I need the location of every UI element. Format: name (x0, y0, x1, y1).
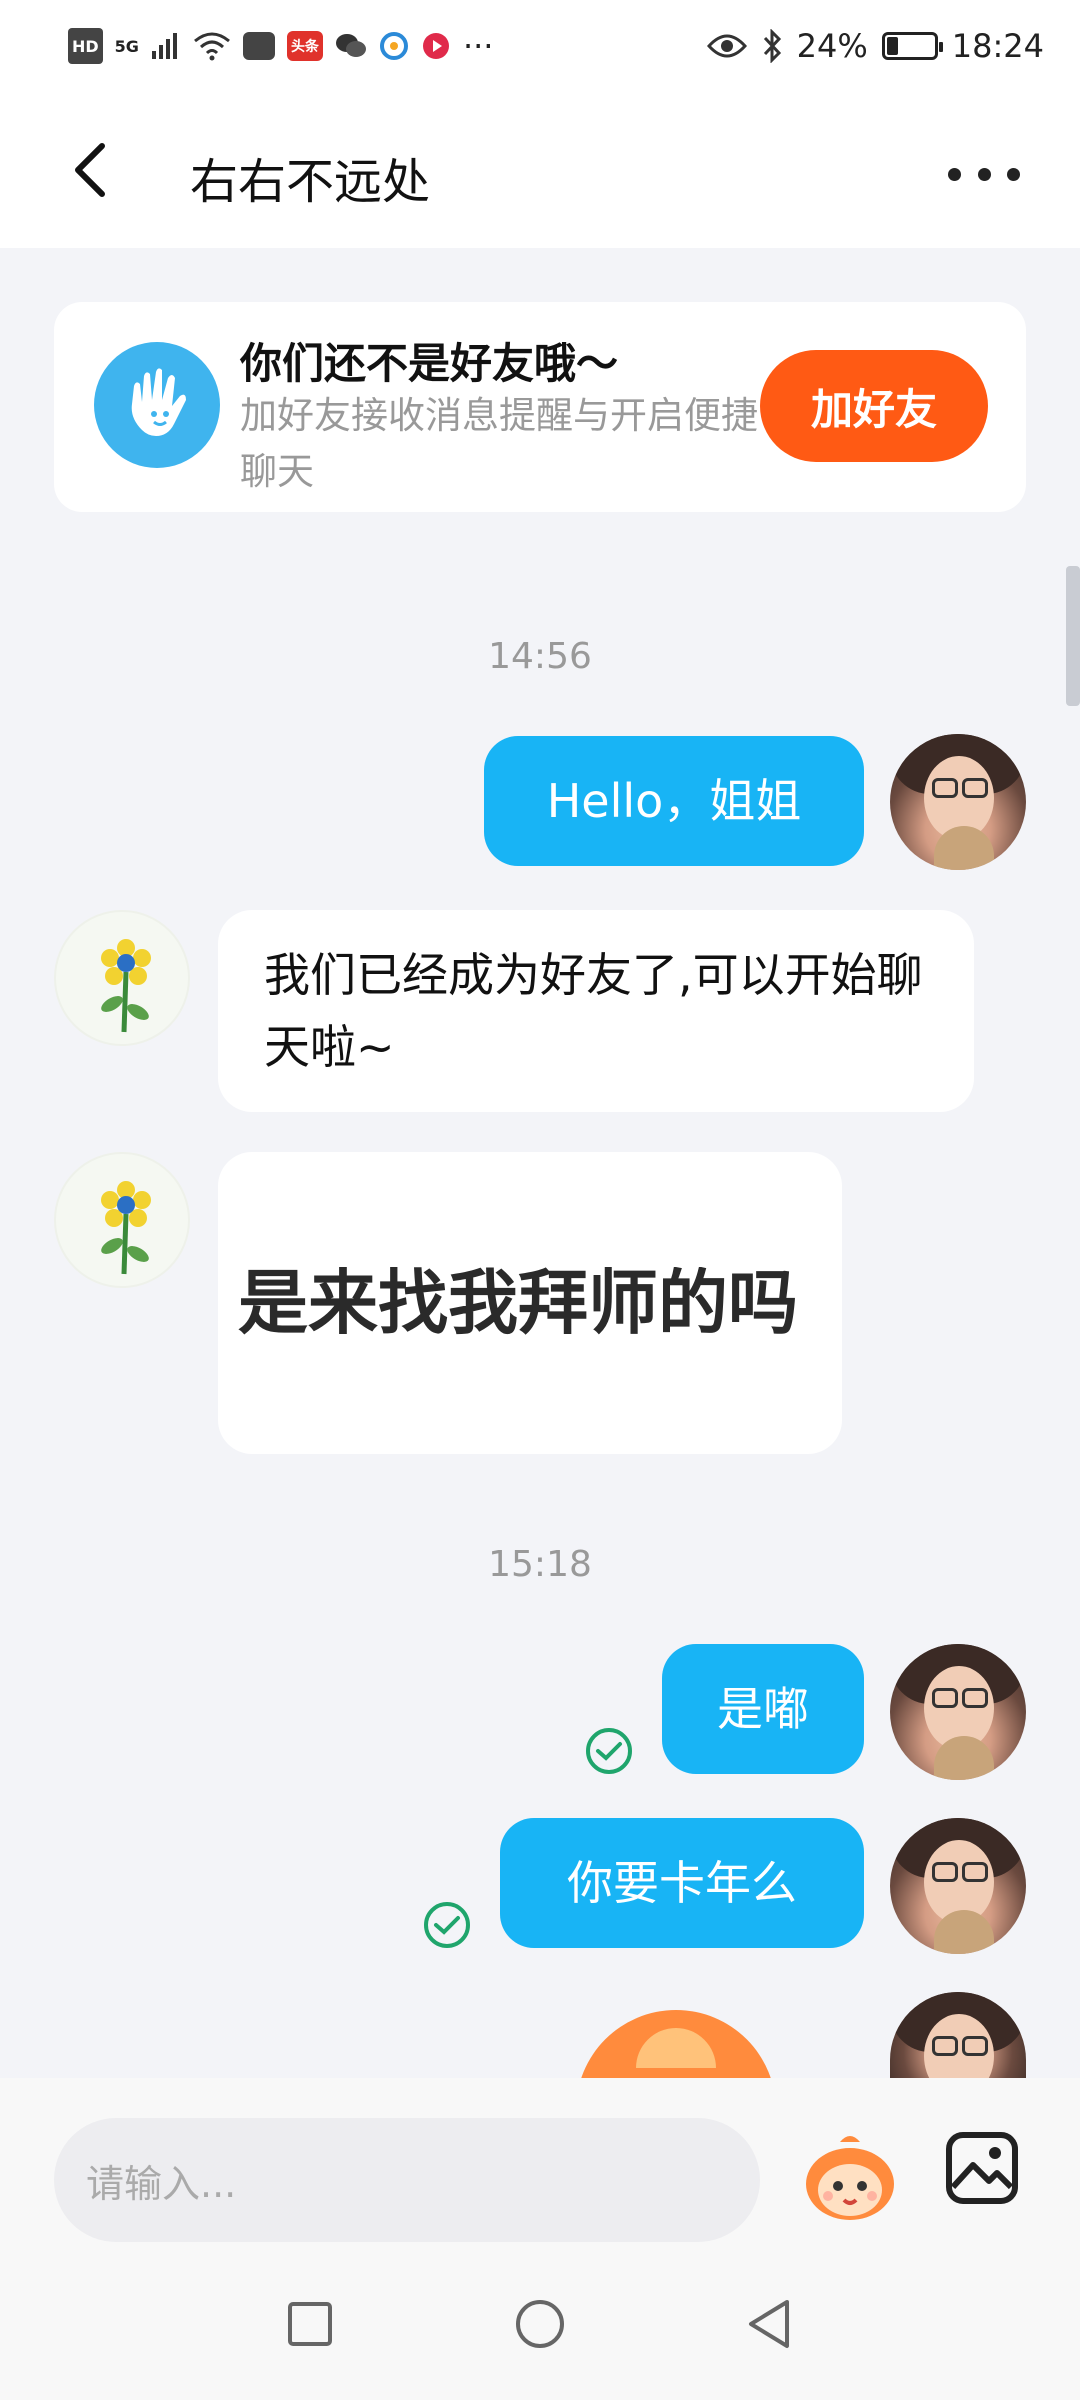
square-icon (288, 2302, 332, 2346)
dot-icon (1007, 167, 1020, 181)
chat-title: 右右不远处 (190, 154, 431, 210)
timestamp: 15:18 (488, 1544, 592, 1585)
input-bar: 请输入... (0, 2078, 1080, 2248)
wifi-icon (193, 28, 231, 64)
sunflower-avatar-icon (101, 939, 151, 1033)
avatar-self[interactable] (890, 1818, 1026, 1954)
chat-header: 右右不远处 (0, 92, 1080, 248)
avatar-self[interactable] (890, 1992, 1026, 2078)
read-check-icon (586, 1728, 632, 1774)
status-bar: HD 5G 头条 ··· 24% 18:24 (0, 0, 1080, 92)
hand-wave-icon (94, 342, 220, 468)
sunflower-avatar-icon (101, 1181, 151, 1275)
bluetooth-icon (761, 28, 783, 64)
message-bubble-received[interactable]: 我们已经成为好友了,可以开始聊天啦~ (218, 910, 974, 1112)
avatar-contact[interactable] (54, 1152, 190, 1288)
add-friend-banner: 你们还不是好友哦～ 加好友接收消息提醒与开启便捷聊天 加好友 (54, 302, 1026, 512)
status-time: 18:24 (951, 27, 1044, 65)
avatar-self[interactable] (890, 1644, 1026, 1780)
back-nav-button[interactable] (738, 2292, 802, 2356)
toutiao-icon: 头条 (286, 31, 323, 61)
timestamp: 14:56 (488, 636, 592, 677)
wechat-icon (335, 28, 367, 64)
message-input[interactable]: 请输入... (54, 2118, 760, 2242)
eye-icon (706, 28, 747, 64)
image-icon (946, 2132, 1018, 2204)
system-nav-bar (0, 2248, 1080, 2400)
more-options-button[interactable] (948, 144, 1020, 204)
message-bubble-sent[interactable]: 是嘟 (662, 1644, 864, 1774)
message-bubble-sent[interactable]: Hello，姐姐 (484, 736, 864, 866)
dot-icon (977, 167, 991, 181)
status-left-icons: HD 5G 头条 ··· (68, 27, 494, 65)
signal-icon (151, 28, 181, 64)
notification-app-icon (242, 32, 275, 60)
sticker-text: 是来找我拜师的吗 (238, 1267, 798, 1339)
banner-subtitle: 加好友接收消息提醒与开启便捷聊天 (240, 394, 758, 493)
emoji-button[interactable] (800, 2128, 900, 2228)
hd-icon: HD (68, 28, 103, 64)
circle-icon (516, 2300, 564, 2348)
recents-button[interactable] (278, 2292, 342, 2356)
battery-icon (881, 32, 943, 60)
add-friend-button[interactable]: 加好友 (760, 350, 988, 462)
video-app-icon (421, 28, 451, 64)
triangle-back-icon (749, 2300, 789, 2348)
banner-title: 你们还不是好友哦～ (240, 339, 619, 388)
network-type: 5G (114, 36, 139, 56)
battery-percent: 24% (796, 27, 868, 65)
avatar-contact[interactable] (54, 910, 190, 1046)
image-button[interactable] (944, 2130, 1020, 2206)
chevron-left-icon (75, 143, 105, 197)
back-button[interactable] (60, 132, 120, 208)
sticker-message[interactable]: 是来找我拜师的吗 (218, 1152, 842, 1454)
app-icon-colorful (379, 28, 409, 64)
avatar-self[interactable] (890, 734, 1026, 870)
more-notifications-icon: ··· (462, 27, 494, 65)
home-button[interactable] (508, 2292, 572, 2356)
dot-icon (948, 167, 961, 181)
status-right-icons: 24% 18:24 (706, 27, 1044, 65)
emoji-face-icon (806, 2136, 894, 2220)
message-bubble-sent[interactable]: 你要卡年么 (500, 1818, 864, 1948)
read-check-icon (424, 1902, 470, 1948)
